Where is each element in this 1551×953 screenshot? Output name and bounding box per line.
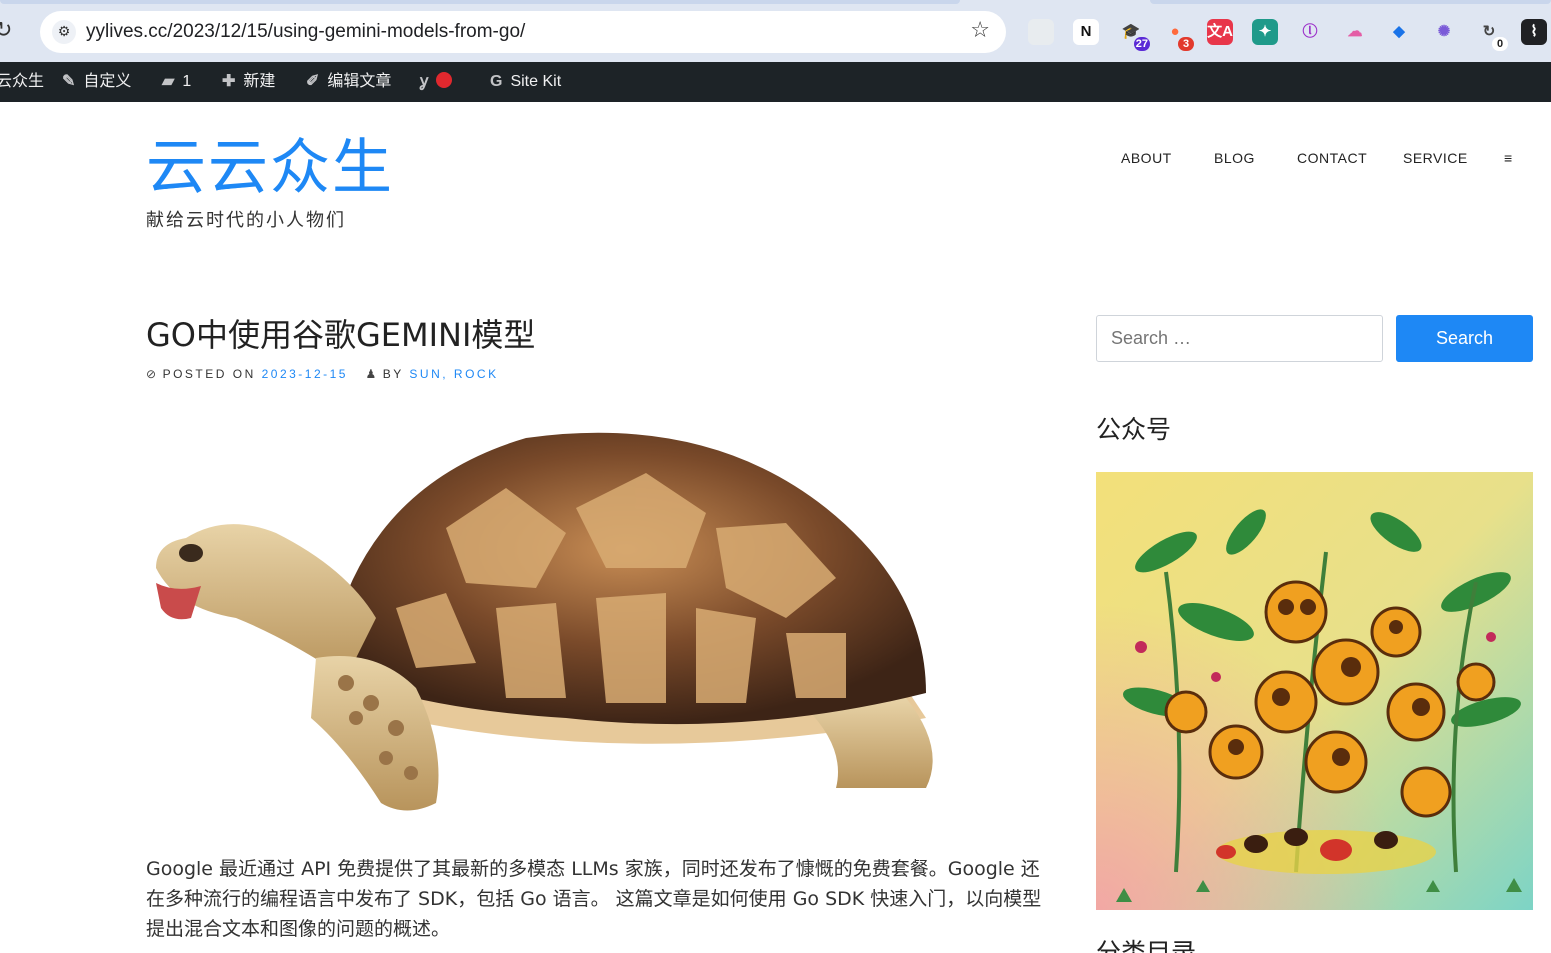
nav-about[interactable]: ABOUT — [1121, 150, 1172, 166]
notion-icon[interactable]: N — [1073, 19, 1099, 45]
address-bar[interactable]: ⚙ yylives.cc/2023/12/15/using-gemini-mod… — [40, 11, 1006, 53]
url-text[interactable]: yylives.cc/2023/12/15/using-gemini-model… — [86, 21, 525, 43]
author-icon: ♟ — [365, 367, 379, 381]
bookmark-icon[interactable]: ◆ — [1386, 19, 1412, 45]
nav-service[interactable]: SERVICE — [1403, 150, 1468, 166]
purple-logo-icon[interactable]: ⓛ — [1297, 19, 1323, 45]
post-author-link[interactable]: SUN, ROCK — [409, 367, 498, 381]
reload-icon[interactable]: ↻ — [0, 18, 20, 44]
adminbar-customize[interactable]: ✎ 自定义 — [62, 62, 131, 102]
nav-blog[interactable]: BLOG — [1214, 150, 1255, 166]
adminbar-customize-label: 自定义 — [83, 73, 132, 90]
cloud-icon[interactable]: ☁ — [1342, 19, 1368, 45]
site-tagline: 献给云时代的小人物们 — [146, 210, 346, 231]
search-input[interactable] — [1096, 315, 1383, 362]
adminbar-comments[interactable]: ▰ 1 — [162, 62, 191, 102]
adminbar-sitekit-label: Site Kit — [510, 73, 562, 90]
site-title[interactable]: 云云众生 — [146, 132, 394, 204]
seo-status-dot — [436, 72, 453, 88]
adminbar-yoast[interactable]: ỿ — [420, 62, 453, 102]
circle-extension-icon[interactable] — [1028, 19, 1054, 45]
chat-bubbles-icon[interactable]: ● 3 — [1162, 19, 1194, 51]
extension-badge: 0 — [1492, 37, 1508, 51]
google-g-icon: G — [490, 73, 503, 90]
post-title: GO中使用谷歌GEMINI模型 — [146, 316, 536, 354]
adminbar-site[interactable]: 云众生 — [0, 62, 44, 102]
translate-icon[interactable]: 文A — [1207, 19, 1233, 45]
comment-icon: ▰ — [162, 73, 175, 90]
link-icon: ⊘ — [146, 367, 159, 381]
tab-strip — [0, 0, 1551, 4]
adminbar-new[interactable]: ✚ 新建 — [222, 62, 275, 102]
adminbar-new-label: 新建 — [243, 73, 276, 90]
brush-icon: ✎ — [62, 73, 76, 90]
post-date-link[interactable]: 2023-12-15 — [262, 367, 348, 381]
extension-badge: 27 — [1133, 37, 1150, 51]
adminbar-edit[interactable]: ✐ 编辑文章 — [306, 62, 391, 102]
bug-icon[interactable]: ✦ — [1252, 19, 1278, 45]
app-icon[interactable]: ⌇ — [1521, 19, 1547, 45]
bookmark-star-icon[interactable]: ☆ — [970, 18, 990, 43]
widget-title-wechat: 公众号 — [1096, 415, 1172, 444]
posted-on-label: POSTED ON — [162, 367, 256, 381]
extension-badge: 3 — [1178, 37, 1194, 51]
widget-title-categories: 分类目录 — [1096, 938, 1197, 953]
search-button[interactable]: Search — [1396, 315, 1533, 362]
site-settings-icon[interactable]: ⚙ — [52, 20, 76, 44]
featured-image-tortoise — [156, 432, 933, 811]
adminbar-site-label: 云众生 — [0, 73, 45, 90]
post-meta: ⊘ POSTED ON 2023-12-15 ♟ BY SUN, ROCK — [146, 367, 499, 381]
browser-toolbar: ↻ ⚙ yylives.cc/2023/12/15/using-gemini-m… — [0, 0, 1551, 62]
graduation-cap-icon[interactable]: 🎓 27 — [1118, 19, 1150, 51]
plus-icon: ✚ — [222, 73, 236, 90]
pencil-icon: ✐ — [306, 73, 320, 90]
nav-menu-icon[interactable]: ≡ — [1504, 150, 1513, 166]
adminbar-comments-count: 1 — [182, 73, 192, 90]
by-label: BY — [382, 367, 404, 381]
sync-icon[interactable]: ↻ 0 — [1476, 19, 1508, 51]
wechat-promo-image[interactable] — [1096, 472, 1533, 910]
adminbar-edit-label: 编辑文章 — [327, 73, 392, 90]
nav-contact[interactable]: CONTACT — [1297, 150, 1367, 166]
yoast-icon: ỿ — [420, 73, 429, 90]
post-excerpt: Google 最近通过 API 免费提供了其最新的多模态 LLMs 家族，同时还… — [146, 858, 1042, 940]
openai-icon[interactable]: ✺ — [1431, 19, 1457, 45]
adminbar-sitekit[interactable]: G Site Kit — [490, 62, 561, 102]
wp-admin-bar: 云众生 ✎ 自定义 ▰ 1 ✚ 新建 ✐ 编辑文章 ỿ G Site Kit — [0, 62, 1551, 102]
